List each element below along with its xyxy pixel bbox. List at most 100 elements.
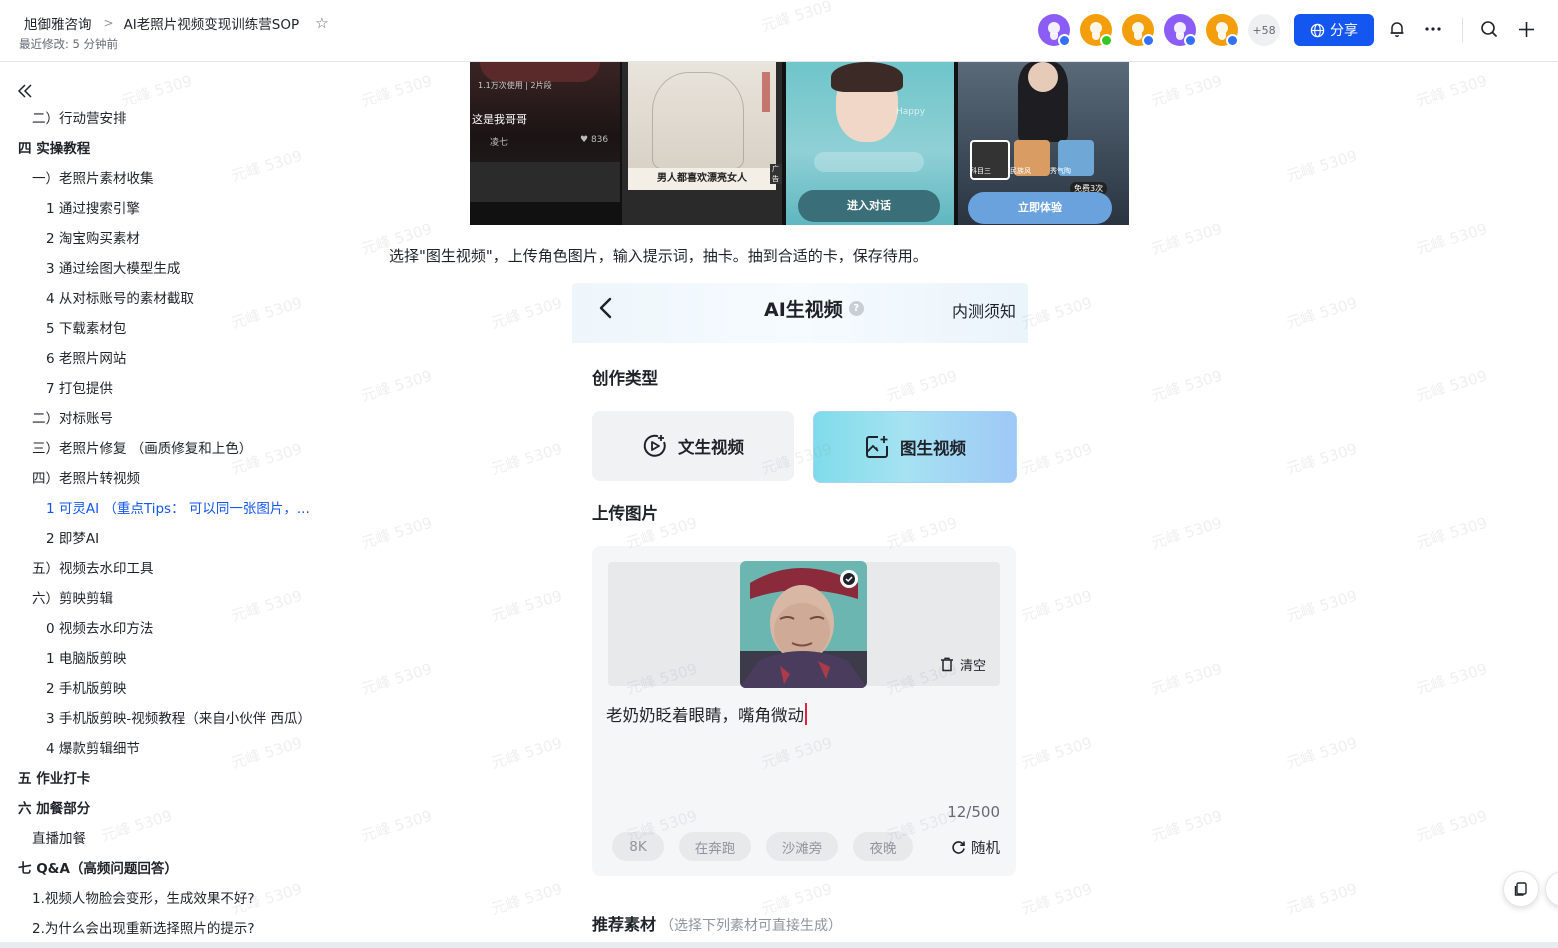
- text-video-icon: [643, 434, 666, 457]
- watermark-text: 元峰 5309: [1019, 879, 1095, 919]
- video-caption: 这是我哥哥: [472, 113, 527, 126]
- watermark-text: 元峰 5309: [1284, 733, 1360, 773]
- toc-item[interactable]: 五）视频去水印工具: [32, 557, 154, 577]
- avatar[interactable]: [1164, 14, 1197, 47]
- watermark-text: 元峰 5309: [1414, 659, 1490, 699]
- try-now-button: 立即体验: [968, 192, 1112, 224]
- bottom-scroll-bar[interactable]: [0, 942, 1558, 948]
- toc-heading[interactable]: 七 Q&A（高频问题回答）: [18, 857, 178, 877]
- toc-item[interactable]: 3 手机版剪映-视频教程（来自小伙伴 西瓜）: [46, 707, 311, 727]
- watermark-text: 元峰 5309: [1284, 146, 1360, 186]
- plus-icon[interactable]: [1513, 16, 1539, 42]
- watermark-text: 元峰 5309: [1284, 439, 1360, 479]
- avatar[interactable]: [1206, 14, 1239, 47]
- watermark-text: 元峰 5309: [1284, 293, 1360, 333]
- toc-item[interactable]: 三）老照片修复 （画质修复和上色）: [32, 437, 252, 457]
- watermark-text: 元峰 5309: [1019, 733, 1095, 773]
- back-arrow-icon: [599, 297, 612, 319]
- text-to-video-button: 文生视频: [592, 411, 794, 481]
- help-floating-button[interactable]: [1545, 871, 1558, 907]
- share-button[interactable]: 分享: [1294, 14, 1374, 46]
- search-icon[interactable]: [1476, 16, 1502, 42]
- toc-item[interactable]: 4 爆款剪辑细节: [46, 737, 140, 757]
- video-likes: ♥ 836: [580, 135, 609, 145]
- watermark-text: 元峰 5309: [1414, 71, 1490, 111]
- suggestion-chip: 在奔跑: [679, 832, 751, 861]
- paragraph-caption: 选择"图生视频"，上传角色图片，输入提示词，抽卡。抽到合适的卡，保存待用。: [389, 247, 928, 265]
- toc-item[interactable]: 一）老照片素材收集: [32, 167, 154, 187]
- toc-item[interactable]: 1.视频人物脸会变形，生成效果不好?: [32, 887, 255, 907]
- star-icon[interactable]: ☆: [315, 14, 328, 32]
- suggestion-chip: 8K: [612, 832, 664, 861]
- upload-image-title: 上传图片: [592, 504, 658, 523]
- toc-item-active[interactable]: 1 可灵AI （重点Tips： 可以同一张图片，...: [46, 497, 310, 517]
- more-options-icon[interactable]: [1420, 16, 1446, 42]
- top-header: 旭御雅咨询 > AI老照片视频变现训练营SOP ☆ 最近修改: 5 分钟前 +5…: [0, 0, 1558, 62]
- watermark-text: 元峰 5309: [1019, 439, 1095, 479]
- watermark-text: 元峰 5309: [359, 71, 435, 111]
- watermark-text: 元峰 5309: [1149, 219, 1225, 259]
- enter-chat-button: 进入对话: [798, 190, 940, 222]
- table-of-contents: 二）行动营安排 四 实操教程 一）老照片素材收集 1 通过搜索引擎 2 淘宝购买…: [0, 62, 340, 948]
- toc-heading[interactable]: 五 作业打卡: [18, 767, 90, 787]
- doc-title[interactable]: AI老照片视频变现训练营SOP: [124, 13, 300, 33]
- collapse-sidebar-icon[interactable]: [16, 82, 34, 100]
- toc-item[interactable]: 直播加餐: [32, 827, 86, 847]
- uploaded-portrait-image: [740, 561, 867, 688]
- upload-card: 清空 老奶奶眨着眼睛，嘴角微动 12/500 8K 在奔跑 沙滩旁 夜晚 随机: [592, 546, 1016, 876]
- toc-item[interactable]: 3 通过绘图大模型生成: [46, 257, 180, 277]
- avatar[interactable]: [1080, 14, 1113, 47]
- toc-item[interactable]: 四）老照片转视频: [32, 467, 140, 487]
- watermark-text: 元峰 5309: [1414, 513, 1490, 553]
- uploaded-image-area: 清空: [608, 561, 1000, 688]
- toc-item[interactable]: 2 即梦AI: [46, 527, 99, 547]
- app-screenshot-image-2: AI生视频 ? 内测须知 创作类型 文生视频 图生视频 上传图片 清空 老奶奶眨…: [572, 283, 1028, 948]
- toc-item[interactable]: 0 视频去水印方法: [46, 617, 153, 637]
- trash-icon: [940, 657, 953, 672]
- watermark-text: 元峰 5309: [1284, 879, 1360, 919]
- dance-panel: 科目三 民族风 秀气陶 免费3次 立即体验: [958, 62, 1129, 225]
- toc-item[interactable]: 7 打包提供: [46, 377, 113, 397]
- toc-item[interactable]: 二）行动营安排: [32, 107, 127, 127]
- watermark-text: 元峰 5309: [489, 586, 565, 626]
- breadcrumb-root[interactable]: 旭御雅咨询: [24, 13, 92, 33]
- toc-heading[interactable]: 四 实操教程: [18, 137, 90, 157]
- breadcrumb: 旭御雅咨询 > AI老照片视频变现训练营SOP ☆: [24, 13, 329, 33]
- usage-text: 1.1万次使用 | 2片段: [478, 81, 552, 90]
- toc-item[interactable]: 2 手机版剪映: [46, 677, 126, 697]
- toc-item[interactable]: 2.为什么会出现重新选择照片的提示?: [32, 917, 255, 937]
- refresh-icon: [952, 841, 965, 854]
- avatar[interactable]: [1038, 14, 1071, 47]
- toc-item[interactable]: 5 下载素材包: [46, 317, 126, 337]
- bell-icon[interactable]: [1384, 16, 1410, 42]
- breadcrumb-separator: >: [103, 16, 114, 30]
- clear-image-button: 清空: [940, 655, 986, 674]
- toc-item[interactable]: 6 老照片网站: [46, 347, 126, 367]
- toc-heading[interactable]: 六 加餐部分: [18, 797, 90, 817]
- share-label: 分享: [1330, 23, 1358, 39]
- watermark-text: 元峰 5309: [1284, 586, 1360, 626]
- toc-item[interactable]: 1 通过搜索引擎: [46, 197, 140, 217]
- selected-check-icon: [840, 570, 858, 588]
- last-modified: 最近修改: 5 分钟前: [19, 37, 119, 51]
- toc-item[interactable]: 2 淘宝购买素材: [46, 227, 140, 247]
- help-icon: ?: [848, 301, 864, 316]
- copy-to-doc-button[interactable]: [1503, 871, 1539, 907]
- toc-item[interactable]: 二）对标账号: [32, 407, 113, 427]
- collaborator-avatars: +58: [1038, 14, 1280, 47]
- header-divider: [1462, 18, 1463, 42]
- watermark-text: 元峰 5309: [1149, 806, 1225, 846]
- watermark-text: 元峰 5309: [1414, 219, 1490, 259]
- toc-item[interactable]: 六）剪映剪辑: [32, 587, 113, 607]
- toc-item[interactable]: 1 电脑版剪映: [46, 647, 126, 667]
- watermark-text: 元峰 5309: [1019, 293, 1095, 333]
- prompt-text: 老奶奶眨着眼睛，嘴角微动: [606, 702, 807, 726]
- video-author: 凌七: [490, 138, 509, 148]
- watermark-text: 元峰 5309: [1149, 659, 1225, 699]
- avatar[interactable]: [1122, 14, 1155, 47]
- watermark-text: 元峰 5309: [489, 879, 565, 919]
- watermark-text: 元峰 5309: [489, 293, 565, 333]
- more-collaborators-count[interactable]: +58: [1248, 14, 1280, 46]
- toc-item[interactable]: 4 从对标账号的素材截取: [46, 287, 194, 307]
- thumb-labels: 科目三 民族风 秀气陶: [970, 167, 1071, 175]
